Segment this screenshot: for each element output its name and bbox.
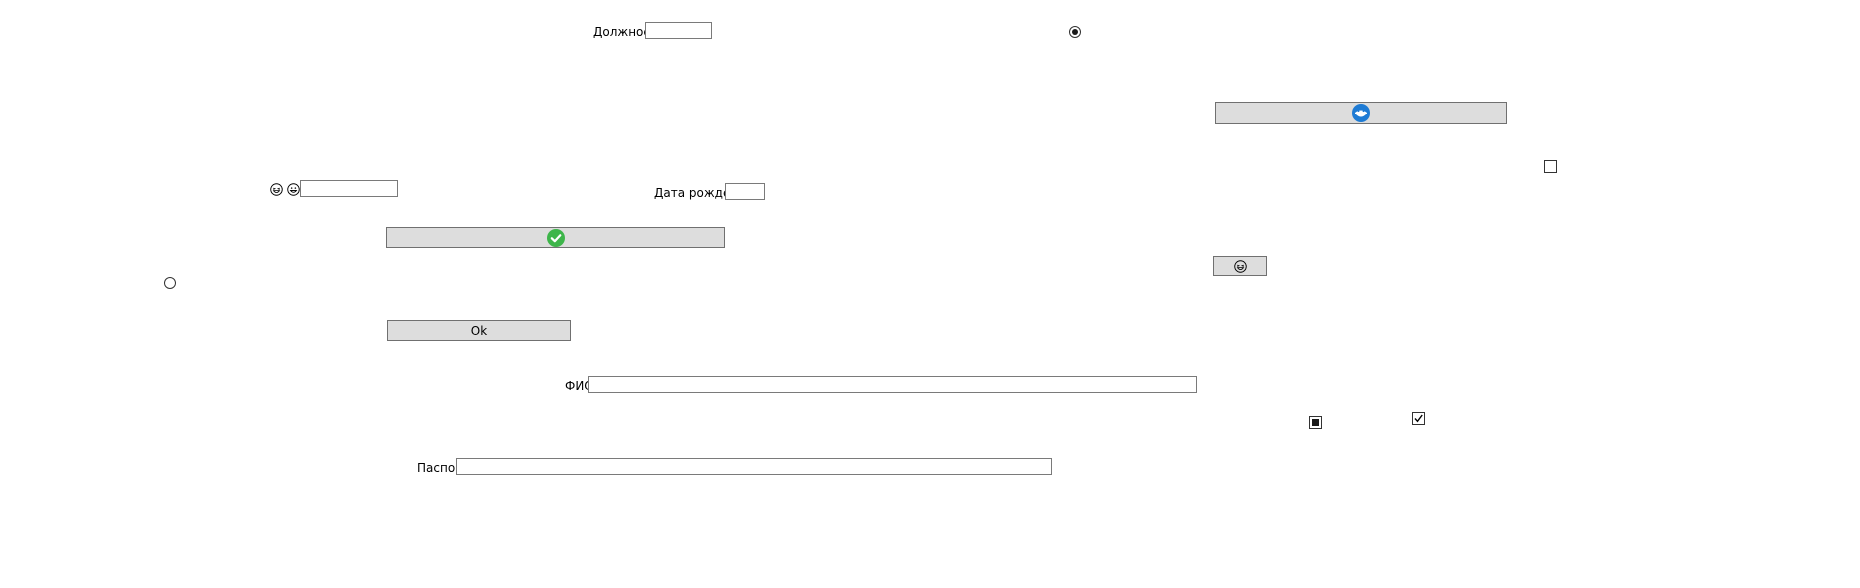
radio-option-top[interactable] xyxy=(1069,26,1081,38)
checkbox-indeterminate-mark xyxy=(1312,419,1319,426)
green-check-icon xyxy=(546,228,565,247)
checkbox-checked[interactable] xyxy=(1412,412,1425,425)
check-mark-icon xyxy=(1414,414,1423,423)
full-name-input[interactable] xyxy=(588,376,1197,393)
face-icon-button[interactable] xyxy=(1215,102,1507,124)
emoji-text-input[interactable] xyxy=(300,180,398,197)
laughing-face-icon xyxy=(1233,259,1247,273)
blue-face-icon xyxy=(1352,104,1370,122)
ok-button[interactable]: Ok xyxy=(387,320,571,341)
position-input[interactable] xyxy=(645,22,712,39)
confirm-button[interactable] xyxy=(386,227,725,248)
radio-option-left[interactable] xyxy=(164,277,176,289)
birth-date-input[interactable] xyxy=(725,183,765,200)
grinning-face-icon xyxy=(287,183,300,196)
emoji-button[interactable] xyxy=(1213,256,1267,276)
checkbox-right[interactable] xyxy=(1544,160,1557,173)
checkbox-indeterminate[interactable] xyxy=(1309,416,1322,429)
passport-input[interactable] xyxy=(456,458,1052,475)
radio-selected-dot xyxy=(1072,29,1078,35)
laughing-face-icon xyxy=(270,183,283,196)
